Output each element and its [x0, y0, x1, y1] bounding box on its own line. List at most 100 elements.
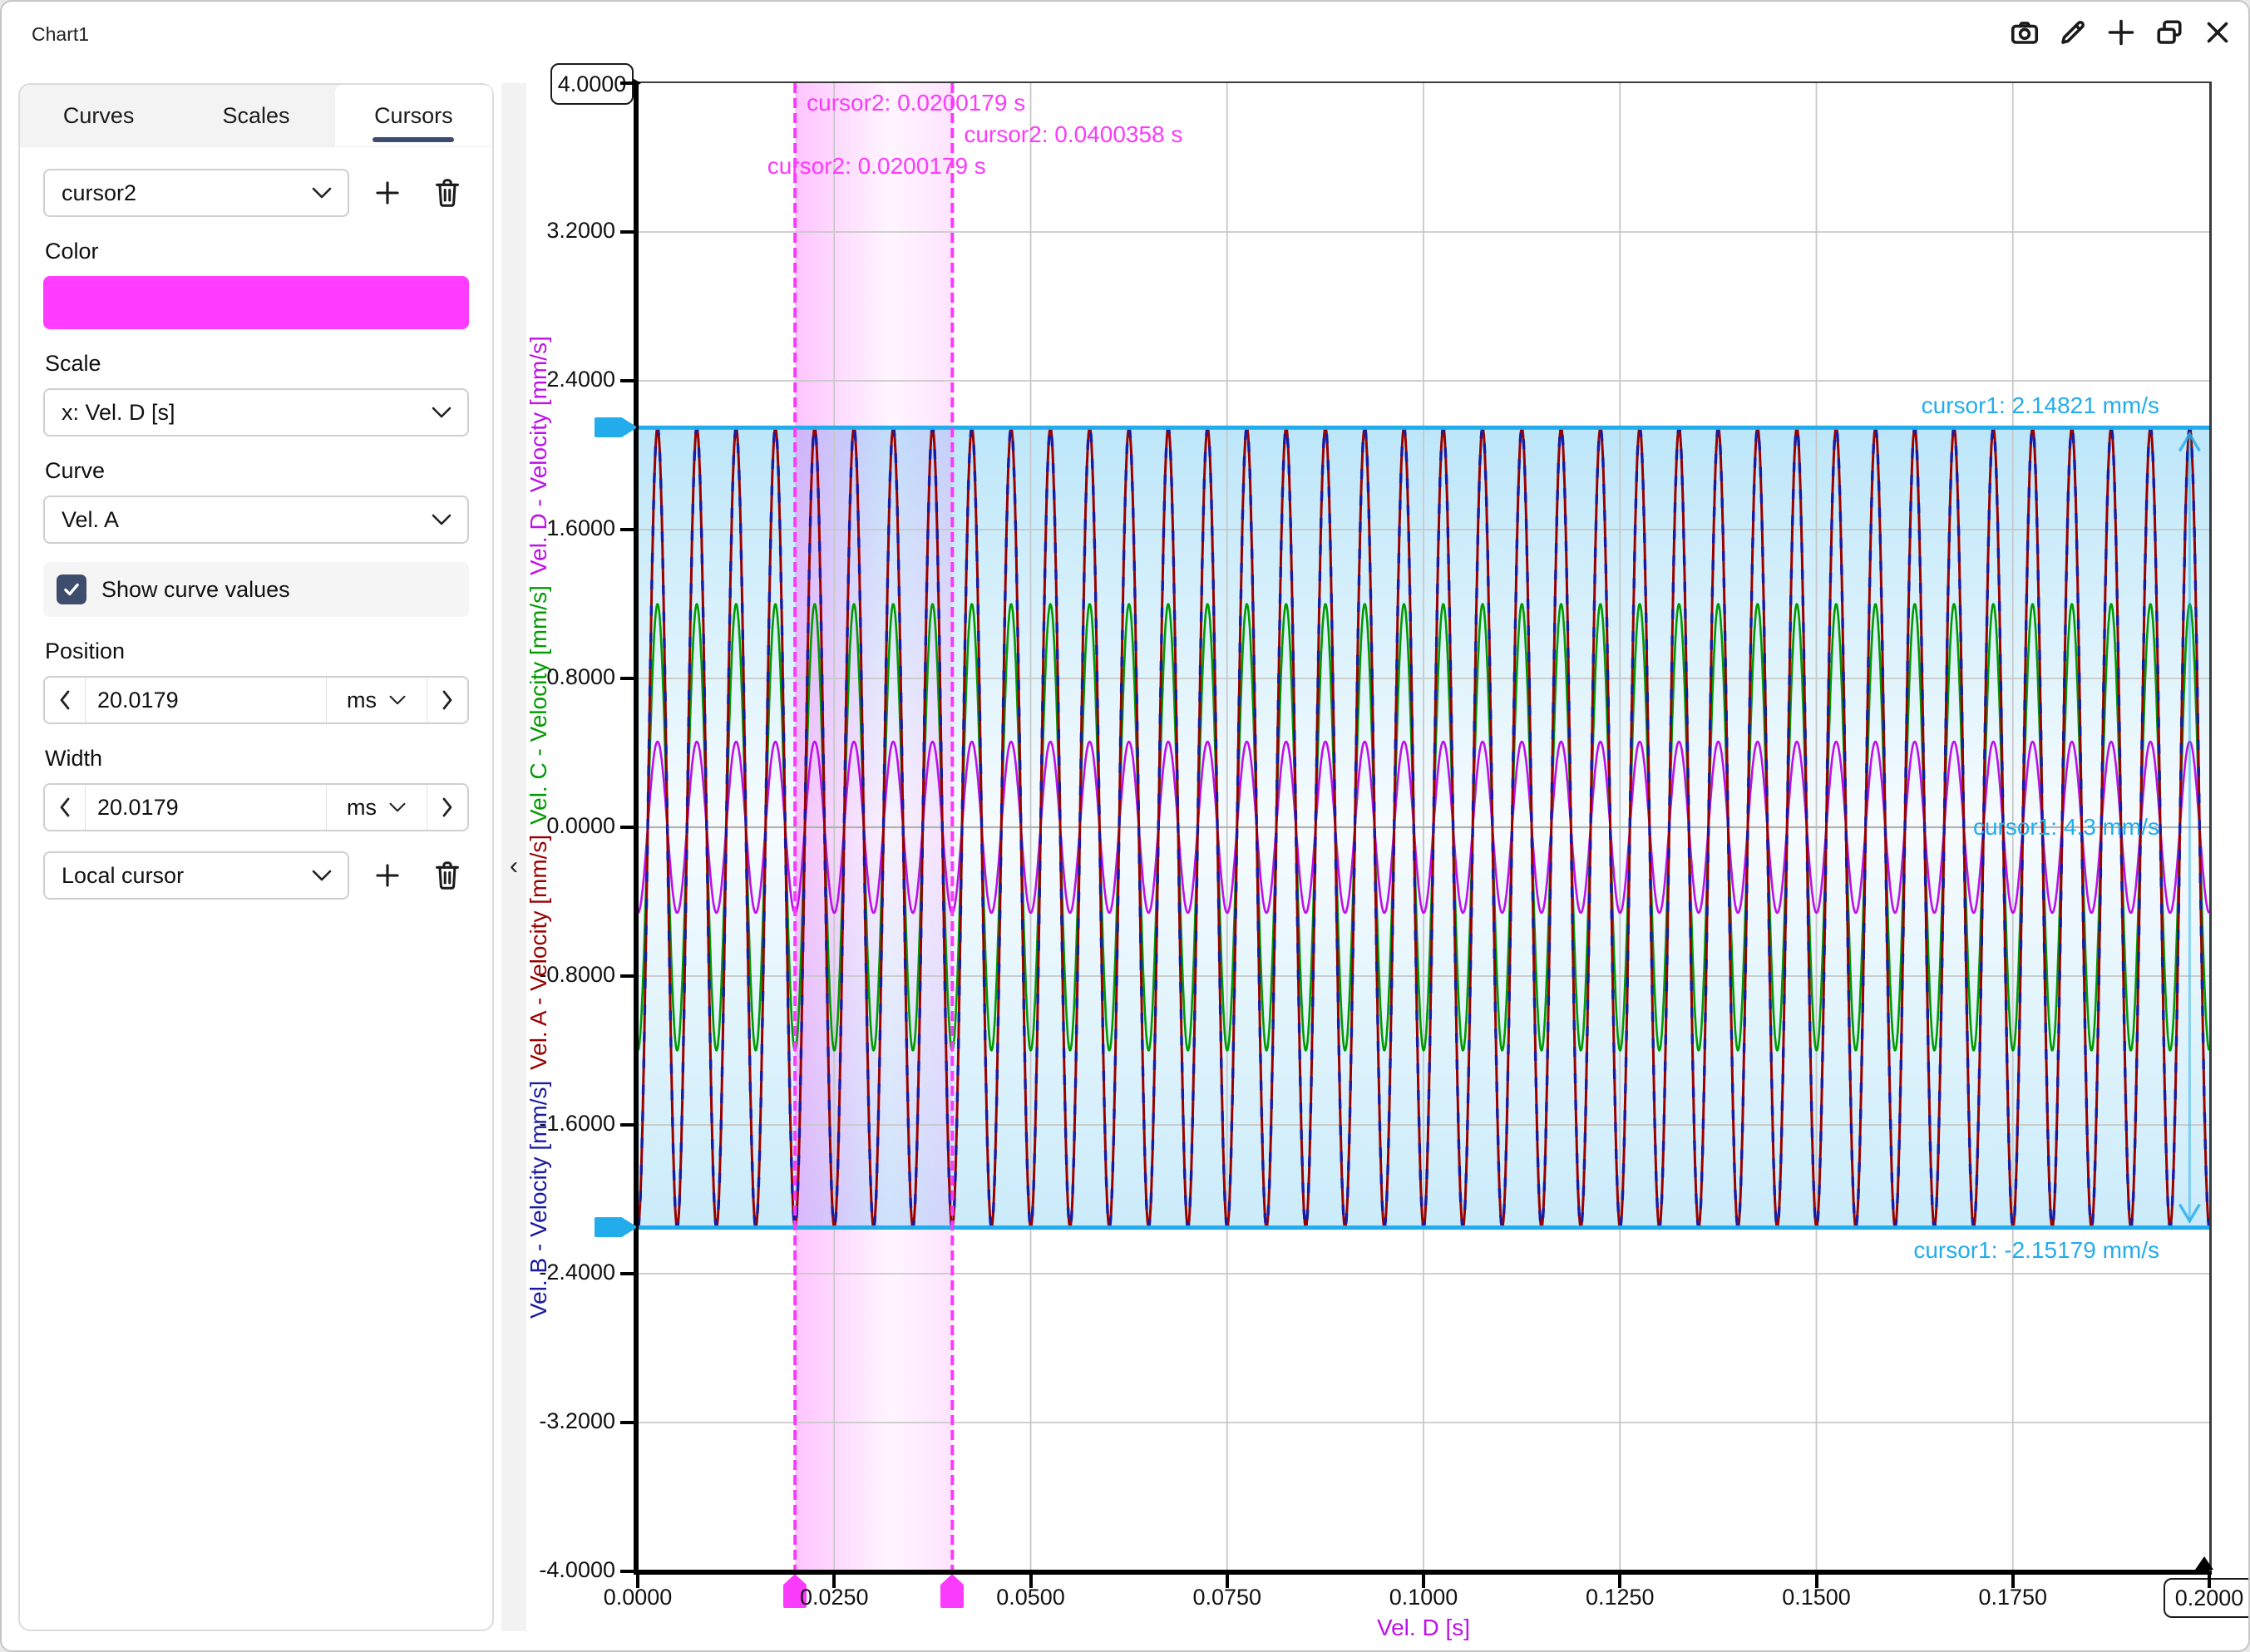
- duplicate-button[interactable]: [2154, 17, 2185, 48]
- camera-button[interactable]: [2009, 17, 2040, 48]
- width-decrement-button[interactable]: [45, 785, 85, 830]
- cursor-select[interactable]: cursor2: [43, 169, 349, 217]
- tab-bar: Curves Scales Cursors: [20, 85, 492, 147]
- window-title: Chart1: [32, 23, 89, 46]
- width-unit-label: ms: [347, 795, 377, 821]
- y-axis-tick: [620, 1421, 634, 1424]
- chevron-right-icon: [440, 796, 455, 818]
- tab-scales-label: Scales: [222, 103, 289, 129]
- chevron-right-icon: [440, 689, 455, 711]
- x-axis-tick-label: 0.1500: [1750, 1585, 1883, 1610]
- width-input[interactable]: 20.0179: [85, 785, 326, 830]
- trash-icon: [433, 178, 461, 208]
- x-axis-end-arrow: [2195, 1556, 2213, 1570]
- position-unit-select[interactable]: ms: [326, 678, 427, 722]
- y-axis-title-vel-c: Vel. C - Velocity [mm/s]: [525, 585, 552, 825]
- close-button[interactable]: [2202, 17, 2233, 48]
- y-axis-tick-label: 0.8000: [522, 664, 615, 690]
- y-axis-tick-label: -4.0000: [522, 1557, 615, 1583]
- y-axis-tick: [620, 230, 634, 234]
- width-unit-select[interactable]: ms: [326, 785, 427, 830]
- color-label: Color: [45, 239, 469, 264]
- cursor1-top-handle[interactable]: [593, 416, 638, 439]
- cursor-type-select[interactable]: Local cursor: [43, 851, 349, 900]
- chart-window: Chart1: [0, 0, 2250, 1652]
- cursor1-min-label: cursor1: -2.15179 mm/s: [1913, 1237, 2159, 1264]
- x-axis-tick: [2208, 1574, 2211, 1588]
- delete-cursor-button[interactable]: [426, 171, 469, 215]
- show-curve-values-checkbox[interactable]: [57, 575, 86, 604]
- tab-curves[interactable]: Curves: [20, 85, 177, 146]
- position-decrement-button[interactable]: [45, 678, 85, 722]
- cursor1-max-label: cursor1: 2.14821 mm/s: [1922, 392, 2159, 419]
- y-axis-tick-label: -3.2000: [522, 1408, 615, 1434]
- cursor-settings-panel: Curves Scales Cursors cursor2: [18, 83, 494, 1631]
- position-input[interactable]: 20.0179: [85, 678, 326, 722]
- curve-label: Curve: [45, 458, 469, 484]
- check-icon: [62, 580, 81, 599]
- chevron-down-icon: [311, 869, 333, 882]
- cursor2-second-position-label: cursor2: 0.0400358 s: [964, 121, 1182, 148]
- add-cursor-button[interactable]: [366, 171, 409, 215]
- plot-top-border: [638, 81, 2211, 83]
- x-max-box[interactable]: 0.2000: [2164, 1578, 2250, 1618]
- window-frame: Chart1: [0, 0, 2250, 1652]
- x-axis-tick-label: 0.0750: [1161, 1585, 1294, 1610]
- y-axis-tick-label: 1.6000: [522, 515, 615, 541]
- cursor2-right-handle[interactable]: [940, 1575, 964, 1610]
- x-axis-tick-label: 0.0500: [965, 1585, 1098, 1610]
- x-axis-tick-label: 0.1000: [1357, 1585, 1490, 1610]
- panel-splitter[interactable]: ‹: [501, 83, 526, 1631]
- active-tab-underline: [373, 137, 454, 142]
- scale-label: Scale: [45, 351, 469, 377]
- cursor1-bottom-handle[interactable]: [593, 1216, 638, 1239]
- y-axis-tick: [620, 528, 634, 531]
- chevron-down-icon: [431, 406, 452, 419]
- add-button[interactable]: [2105, 17, 2137, 48]
- tab-curves-label: Curves: [63, 103, 135, 129]
- tab-scales[interactable]: Scales: [177, 85, 334, 146]
- y-axis-tick: [620, 379, 634, 382]
- add-local-cursor-button[interactable]: [366, 854, 409, 897]
- trash-icon: [433, 861, 461, 890]
- width-increment-button[interactable]: [427, 785, 467, 830]
- y-axis-tick: [620, 677, 634, 680]
- y-axis-tick-label: 3.2000: [522, 218, 615, 244]
- x-max-value: 0.2000: [2175, 1585, 2244, 1611]
- chevron-left-icon: [57, 796, 72, 818]
- pencil-icon: [2058, 17, 2088, 47]
- scale-select[interactable]: x: Vel. D [s]: [43, 388, 469, 436]
- chevron-down-icon: [388, 801, 407, 813]
- collapse-panel-chevron-icon[interactable]: ‹: [510, 852, 518, 880]
- width-stepper: 20.0179 ms: [43, 783, 469, 831]
- tab-cursors-label: Cursors: [374, 103, 453, 129]
- x-axis-tick-label: 0.1750: [1947, 1585, 2080, 1610]
- plus-icon: [373, 861, 402, 890]
- color-swatch[interactable]: [43, 276, 469, 329]
- chevron-left-icon: [57, 689, 72, 711]
- curve-select[interactable]: Vel. A: [43, 496, 469, 544]
- position-label: Position: [45, 639, 469, 664]
- chevron-down-icon: [431, 513, 452, 526]
- cursor-select-value: cursor2: [62, 180, 136, 206]
- cursor2-position-label: cursor2: 0.0200179 s: [807, 90, 1025, 116]
- chevron-down-icon: [388, 694, 407, 706]
- camera-icon: [2010, 17, 2040, 47]
- tab-cursors[interactable]: Cursors: [335, 85, 492, 146]
- y-axis-tick: [620, 81, 634, 85]
- x-axis-title: Vel. D [s]: [1315, 1615, 1532, 1641]
- show-curve-values-row: Show curve values: [43, 562, 469, 617]
- y-axis-tick: [620, 1272, 634, 1275]
- y-axis-tick-label: -0.8000: [522, 962, 615, 988]
- position-increment-button[interactable]: [427, 678, 467, 722]
- toolbar: [2009, 17, 2233, 48]
- y-axis-tick-label: 0.0000: [522, 813, 615, 839]
- y-axis-tick: [620, 1123, 634, 1127]
- cursor-type-select-value: Local cursor: [62, 863, 184, 889]
- chevron-down-icon: [311, 186, 333, 200]
- cursor1-delta-label: cursor1: 4.3 mm/s: [1973, 814, 2159, 841]
- delete-local-cursor-button[interactable]: [426, 854, 469, 897]
- y-axis-tick-label: -1.6000: [522, 1111, 615, 1137]
- edit-button[interactable]: [2057, 17, 2089, 48]
- y-axis-tick: [620, 826, 634, 829]
